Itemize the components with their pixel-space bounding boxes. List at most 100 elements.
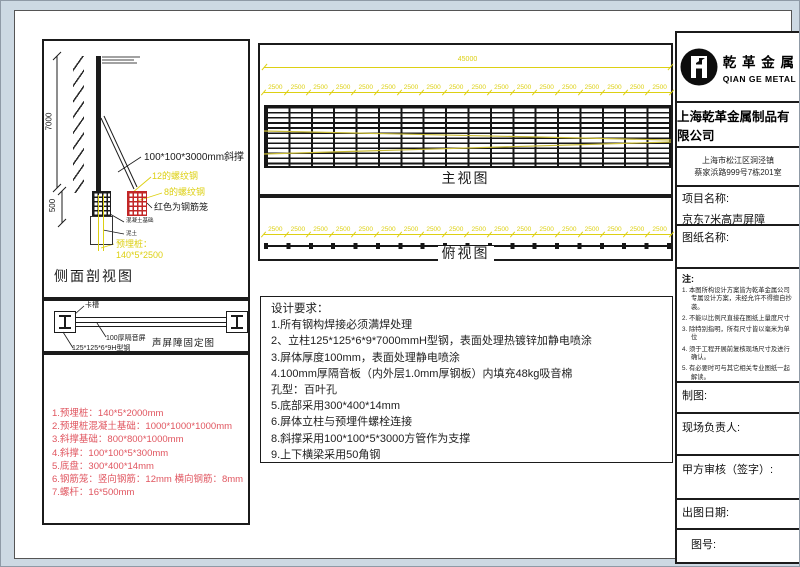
- drawing-sheet: 7000 500 100*100*3000mm斜撑 12的螺纹钢 8的螺纹钢 红…: [14, 10, 792, 559]
- project-name-label: 项目名称:: [682, 190, 794, 206]
- dim-7000: 7000: [44, 113, 53, 131]
- spec-line: 6.钢筋笼：竖向钢筋：12mm 横向钢筋：8mm: [52, 473, 248, 486]
- design-requirements-box: 设计要求： 1.所有钢构焊接必须满焊处理2、立柱125*125*6*9*7000…: [260, 296, 673, 463]
- h-beam-symbol-right: [226, 311, 248, 333]
- top-view-dimension-chain: 2500250025002500250025002500250025002500…: [264, 225, 671, 235]
- note-item: 1. 本图所构设计方案皆为乾革金属公司专属设计方案，未经允许不得擅自抄袭。: [682, 287, 794, 312]
- requirement-line: 孔型：百叶孔: [271, 382, 672, 398]
- panel-label: 100厚隔音屏: [106, 335, 146, 343]
- total-dimension-label: 45000: [454, 55, 481, 64]
- dimension-label: 2500: [309, 83, 332, 92]
- address-line-1: 上海市松江区洞泾镇: [702, 155, 774, 167]
- date-label: 出图日期:: [682, 504, 794, 520]
- brand-name-cn: 乾 革 金 属: [723, 51, 796, 71]
- title-block: 乾 革 金 属 QIAN GE METAL 上海乾革金属制品有限公司 上海市松江…: [675, 31, 800, 564]
- h-beam-symbol-left: [54, 311, 76, 333]
- dimension-label: 2500: [513, 83, 536, 92]
- fixing-view-box: 卡槽 100厚隔音屏 125*125*6*9H型钢 声屏障固定图: [42, 299, 250, 353]
- slot-label: 卡槽: [85, 302, 99, 310]
- dim-500: 500: [48, 199, 57, 212]
- side-view-title: 侧面剖视图: [54, 269, 134, 284]
- dimension-label: 2500: [558, 225, 581, 234]
- pile-label-line2: 140*5*2500: [116, 251, 163, 261]
- drawing-number-cell: 图号:: [677, 530, 799, 562]
- dimension-label: 2500: [581, 83, 604, 92]
- dimension-label: 2500: [445, 83, 468, 92]
- pile-line-right: [103, 195, 104, 251]
- dimension-label: 2500: [513, 225, 536, 234]
- dimension-label: 2500: [287, 225, 310, 234]
- wall-hatch-line: [73, 56, 84, 193]
- rebar12-label: 12的螺纹钢: [152, 172, 198, 182]
- drawing-name-cell: 图纸名称:: [677, 226, 799, 269]
- cage-label: 红色为钢筋笼: [154, 203, 208, 213]
- dimension-label: 2500: [648, 83, 671, 92]
- dimension-label: 2500: [535, 83, 558, 92]
- dimension-label: 2500: [445, 225, 468, 234]
- maker-label: 制图:: [682, 387, 794, 403]
- requirement-line: 6.屏体立柱与预埋件螺栓连接: [271, 414, 672, 430]
- company-name: 上海乾革金属制品有限公司: [677, 106, 799, 144]
- drawing-number-label: 图号:: [691, 536, 799, 552]
- drawing-name-label: 图纸名称:: [682, 229, 794, 245]
- dimension-label: 2500: [264, 225, 287, 234]
- dimension-label: 2500: [377, 225, 400, 234]
- drawing-canvas: 7000 500 100*100*3000mm斜撑 12的螺纹钢 8的螺纹钢 红…: [0, 0, 800, 567]
- fixing-view-title: 声屏障固定图: [152, 339, 215, 349]
- sound-panel-lines: [76, 317, 226, 327]
- note-item: 3. 除特别指明，所有尺寸皆以毫米为单位: [682, 326, 794, 343]
- requirement-line: 2、立柱125*125*6*9*7000mmH型钢，表面处理热镀锌加静电喷涂: [271, 333, 672, 349]
- dimension-label: 2500: [490, 83, 513, 92]
- dimension-label: 2500: [287, 83, 310, 92]
- address-cell: 上海市松江区洞泾镇 蔡家浜路999号7栋201室: [677, 148, 799, 187]
- design-requirements-title: 设计要求：: [271, 301, 672, 317]
- dimension-label: 2500: [422, 83, 445, 92]
- dimension-label: 2500: [648, 225, 671, 234]
- review-label: 甲方审核（签字）:: [682, 461, 794, 477]
- main-view-dimension-chain: 2500250025002500250025002500250025002500…: [264, 83, 671, 93]
- side-profile-view-box: 7000 500 100*100*3000mm斜撑 12的螺纹钢 8的螺纹钢 红…: [42, 39, 250, 299]
- dimension-label: 2500: [467, 225, 490, 234]
- spec-line: 5.底盘：300*400*14mm: [52, 460, 248, 473]
- dimension-label: 2500: [535, 225, 558, 234]
- note-item: 5. 有必要时可与其它相关专业图纸一起解读。: [682, 365, 794, 382]
- dimension-label: 2500: [603, 83, 626, 92]
- note-item: 4. 须于工程开展前复核现场尺寸及进行确认。: [682, 346, 794, 363]
- maker-cell: 制图:: [677, 383, 799, 414]
- dimension-label: 2500: [354, 225, 377, 234]
- address-line-2: 蔡家浜路999号7栋201室: [694, 167, 781, 179]
- notes-list: 1. 本图所构设计方案皆为乾革金属公司专属设计方案，未经允许不得擅自抄袭。2. …: [682, 287, 794, 382]
- site-manager-label: 现场负责人:: [682, 419, 794, 435]
- requirement-line: 3.屏体厚度100mm，表面处理静电喷涂: [271, 350, 672, 366]
- project-name-value: 京东7米高声屏障: [682, 211, 794, 226]
- requirement-line: 5.底部采用300*400*14mm: [271, 398, 672, 414]
- top-view-box: 2500250025002500250025002500250025002500…: [258, 196, 673, 261]
- dimension-label: 2500: [581, 225, 604, 234]
- spec-line: 7.螺杆：16*500mm: [52, 486, 248, 499]
- dimension-label: 2500: [558, 83, 581, 92]
- total-dimension-line: 45000: [264, 59, 671, 68]
- project-name-cell: 项目名称: 京东7米高声屏障: [677, 187, 799, 226]
- dimension-label: 2500: [626, 83, 649, 92]
- main-view-box: 45000 2500250025002500250025002500250025…: [258, 43, 673, 196]
- soil-label: 泥土: [126, 231, 137, 237]
- date-cell: 出图日期:: [677, 500, 799, 530]
- dimension-label: 2500: [400, 83, 423, 92]
- beam-label: 125*125*6*9H型钢: [72, 345, 130, 353]
- logo-cell: 乾 革 金 属 QIAN GE METAL: [677, 33, 799, 103]
- dimension-label: 2500: [332, 225, 355, 234]
- rebar-cage-section: [92, 191, 111, 216]
- dimension-label: 2500: [626, 225, 649, 234]
- brand-name-en: QIAN GE METAL: [723, 74, 796, 84]
- barrier-panel-grid: [264, 105, 671, 168]
- rebar8-label: 8的螺纹钢: [164, 188, 205, 198]
- spec-list-box: 1.预埋桩：140*5*2000mm2.预埋桩混凝土基础：1000*1000*1…: [42, 353, 250, 525]
- design-requirements-list: 1.所有钢构焊接必须满焊处理2、立柱125*125*6*9*7000mmH型钢，…: [271, 317, 672, 463]
- dimension-label: 2500: [354, 83, 377, 92]
- brand-text: 乾 革 金 属 QIAN GE METAL: [723, 51, 796, 84]
- spec-line: 1.预埋桩：140*5*2000mm: [52, 407, 248, 420]
- h-beam-post: [96, 56, 101, 191]
- review-cell: 甲方审核（签字）:: [677, 456, 799, 500]
- dimension-label: 2500: [467, 83, 490, 92]
- dimension-label: 2500: [422, 225, 445, 234]
